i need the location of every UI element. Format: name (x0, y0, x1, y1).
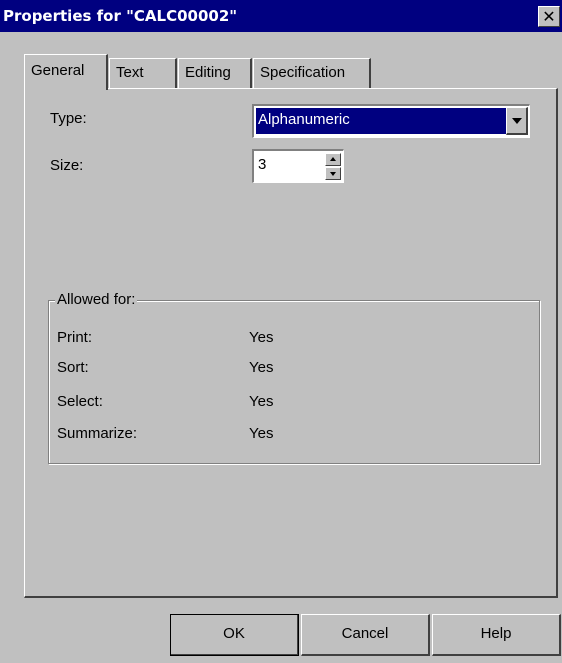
sort-label: Sort: (57, 359, 89, 376)
size-label: Size: (50, 157, 84, 174)
summarize-value: Yes (249, 425, 274, 442)
properties-dialog: Properties for "CALC00002" ✕ General Tex… (0, 0, 562, 663)
help-label: Help (480, 625, 512, 642)
spin-down-button[interactable] (325, 167, 341, 180)
dropdown-button[interactable] (506, 107, 528, 135)
cancel-button[interactable]: Cancel (301, 614, 430, 656)
select-value: Yes (249, 393, 274, 410)
close-button[interactable]: ✕ (538, 6, 560, 27)
spin-up-button[interactable] (325, 153, 341, 166)
chevron-down-icon (512, 118, 522, 124)
tab-label: Specification (260, 64, 346, 81)
tab-label: General (31, 62, 85, 79)
arrow-down-icon (330, 172, 336, 176)
window-title: Properties for "CALC00002" (3, 7, 238, 25)
ok-button[interactable]: OK (170, 614, 299, 656)
type-dropdown[interactable]: Alphanumeric (252, 104, 530, 138)
allowed-for-group: Allowed for: Print: Yes Sort: Yes Select… (48, 290, 540, 464)
tab-text[interactable]: Text (109, 58, 177, 88)
summarize-label: Summarize: (57, 425, 138, 442)
tab-label: Text (116, 64, 144, 81)
type-label: Type: (50, 110, 87, 127)
print-label: Print: (57, 329, 93, 346)
cancel-label: Cancel (341, 625, 389, 642)
tab-editing[interactable]: Editing (178, 58, 252, 88)
help-button[interactable]: Help (432, 614, 561, 656)
type-value: Alphanumeric (256, 108, 506, 134)
title-bar[interactable]: Properties for "CALC00002" ✕ (0, 0, 562, 32)
tab-specification[interactable]: Specification (253, 58, 371, 88)
tab-general[interactable]: General (24, 54, 108, 90)
tab-label: Editing (185, 64, 231, 81)
close-icon: ✕ (542, 7, 556, 26)
group-title: Allowed for: (55, 290, 138, 310)
print-value: Yes (249, 329, 274, 346)
arrow-up-icon (330, 157, 336, 161)
select-label: Select: (57, 393, 103, 410)
size-stepper[interactable]: 3 (252, 149, 344, 183)
size-value: 3 (258, 156, 267, 173)
ok-label: OK (223, 625, 245, 642)
sort-value: Yes (249, 359, 274, 376)
